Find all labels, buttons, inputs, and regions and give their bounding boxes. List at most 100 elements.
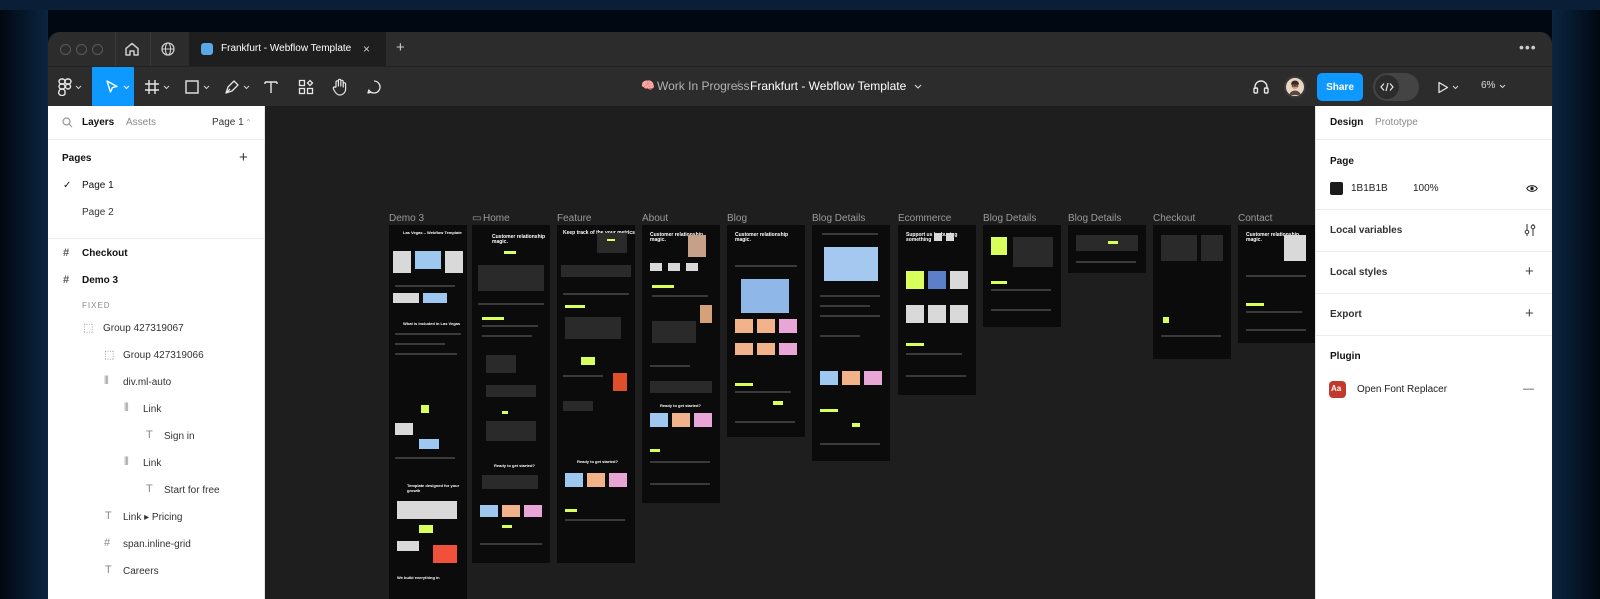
frame-thumbnail[interactable]: Customer relationship magic. Ready to ge… [642, 225, 720, 503]
frame-label[interactable]: Home [483, 213, 510, 224]
components-icon [298, 79, 314, 95]
text-tool-button[interactable] [263, 67, 283, 107]
frame-label[interactable]: Demo 3 [389, 213, 424, 224]
frame-icon: # [104, 537, 111, 549]
layer-row[interactable]: Link [143, 458, 161, 469]
home-icon[interactable] [123, 40, 141, 58]
page-color-swatch[interactable] [1330, 182, 1343, 195]
close-window-icon[interactable] [60, 44, 71, 55]
breadcrumb-file-name[interactable]: Frankfurt - Webflow Template [750, 79, 906, 93]
frame-thumbnail[interactable]: Customer relationship magic. Ready to ge… [472, 225, 550, 563]
page-opacity-value[interactable]: 100% [1413, 183, 1439, 194]
components-button[interactable] [298, 67, 318, 107]
page-selector-caret-icon[interactable]: ⌃ [245, 118, 252, 127]
minimize-window-icon[interactable] [76, 44, 87, 55]
divider [1316, 335, 1552, 336]
frame-label[interactable]: Ecommerce [898, 213, 951, 224]
layer-row[interactable]: Demo 3 [82, 275, 118, 286]
move-tool-button[interactable] [92, 67, 134, 107]
layer-row[interactable]: span.inline-grid [123, 539, 191, 550]
zoom-chevron-icon[interactable] [1499, 84, 1506, 89]
layer-row[interactable]: Group 427319066 [123, 350, 204, 361]
frame-thumbnail[interactable]: Customer relationship magic. [727, 225, 805, 437]
remove-plugin-icon[interactable]: — [1523, 383, 1534, 395]
plugin-name[interactable]: Open Font Replacer [1357, 384, 1447, 395]
frame-thumbnail[interactable] [1153, 225, 1231, 359]
frame-thumbnail[interactable] [812, 225, 890, 461]
hand-tool-icon [332, 78, 347, 96]
comment-button[interactable] [366, 67, 386, 107]
tab-design[interactable]: Design [1330, 117, 1363, 128]
comment-icon [367, 80, 381, 94]
frame-headline: Customer relationship magic. [650, 232, 704, 243]
community-globe-icon[interactable] [159, 40, 177, 58]
layer-row[interactable]: Link [143, 404, 161, 415]
present-button[interactable] [1437, 67, 1463, 107]
main-menu-button[interactable] [58, 67, 90, 107]
page-item[interactable]: Page 2 [82, 207, 114, 218]
frame-label[interactable]: Blog Details [1068, 213, 1121, 224]
dev-mode-toggle[interactable] [1373, 73, 1419, 101]
autolayout-icon: ⦀ [124, 402, 129, 414]
pen-tool-icon [225, 80, 239, 94]
add-export-icon[interactable]: + [1525, 305, 1534, 322]
text-layer-icon: T [105, 564, 112, 576]
layer-row[interactable]: Link ▸ Pricing [123, 512, 183, 523]
hand-tool-button[interactable] [332, 67, 352, 107]
frame-label[interactable]: Feature [557, 213, 591, 224]
avatar[interactable] [1284, 76, 1306, 98]
frame-thumbnail[interactable]: Keep track of the your metrics Ready to … [557, 225, 635, 563]
tab-layers[interactable]: Layers [82, 117, 114, 128]
layer-row[interactable]: Careers [123, 566, 159, 577]
autolayout-icon: ⦀ [104, 375, 109, 387]
toolbar: 🧠 Work In Progress / Frankfurt - Webflow… [48, 66, 1552, 107]
page-selector[interactable]: Page 1 [212, 117, 244, 128]
page-color-value[interactable]: 1B1B1B [1351, 183, 1388, 194]
pen-tool-button[interactable] [224, 67, 254, 107]
layer-row[interactable]: Start for free [164, 485, 220, 496]
zoom-dropdown[interactable]: 6% [1481, 80, 1495, 91]
frame-thumbnail[interactable] [983, 225, 1061, 327]
add-style-icon[interactable]: + [1525, 263, 1534, 280]
frame-headline: Customer relationship magic. [735, 232, 789, 243]
frame-thumbnail[interactable]: Customer relationship magic. [1238, 225, 1315, 343]
frame-label[interactable]: Blog Details [983, 213, 1036, 224]
add-page-icon[interactable]: + [239, 149, 248, 166]
tab-prototype[interactable]: Prototype [1375, 117, 1418, 128]
variables-settings-icon[interactable] [1523, 223, 1537, 237]
layer-row[interactable]: Checkout [82, 248, 128, 259]
frame-label[interactable]: About [642, 213, 668, 224]
frame-tool-button[interactable] [144, 67, 174, 107]
local-variables-label[interactable]: Local variables [1330, 225, 1402, 236]
tab-assets[interactable]: Assets [126, 117, 156, 128]
autolayout-icon: ⦀ [124, 456, 129, 468]
export-label[interactable]: Export [1330, 309, 1362, 320]
frame-label[interactable]: Blog [727, 213, 747, 224]
frame-thumbnail[interactable]: Las Vegas – Webflow Template What is inc… [389, 225, 467, 599]
text-layer-icon: T [146, 429, 153, 441]
frame-headline: Customer relationship magic. [492, 234, 546, 245]
frame-label[interactable]: Contact [1238, 213, 1272, 224]
layer-row[interactable]: Group 427319067 [103, 323, 184, 334]
canvas[interactable]: Demo 3 ▭ Home Feature About Blog Blog De… [266, 106, 1315, 599]
close-tab-icon[interactable]: × [363, 42, 370, 56]
file-menu-chevron-icon[interactable] [914, 84, 922, 90]
frame-thumbnail[interactable]: Support us by buying something [898, 225, 976, 395]
local-styles-label[interactable]: Local styles [1330, 267, 1387, 278]
layer-row[interactable]: div.ml-auto [123, 377, 171, 388]
eye-icon[interactable] [1526, 184, 1538, 193]
page-item[interactable]: Page 1 [82, 180, 114, 191]
layer-row[interactable]: Sign in [164, 431, 195, 442]
search-icon[interactable] [62, 117, 73, 128]
breadcrumb-separator: / [736, 78, 740, 93]
frame-thumbnail[interactable] [1068, 225, 1146, 273]
frame-label[interactable]: Blog Details [812, 213, 865, 224]
frame-label[interactable]: Checkout [1153, 213, 1195, 224]
headphones-icon[interactable] [1252, 78, 1270, 96]
more-options-icon[interactable]: ••• [1519, 39, 1537, 55]
share-button[interactable]: Share [1317, 73, 1363, 101]
maximize-window-icon[interactable] [92, 44, 103, 55]
active-tab[interactable]: Frankfurt - Webflow Template × [189, 32, 386, 66]
new-tab-icon[interactable]: + [396, 39, 405, 56]
shape-tool-button[interactable] [184, 67, 214, 107]
